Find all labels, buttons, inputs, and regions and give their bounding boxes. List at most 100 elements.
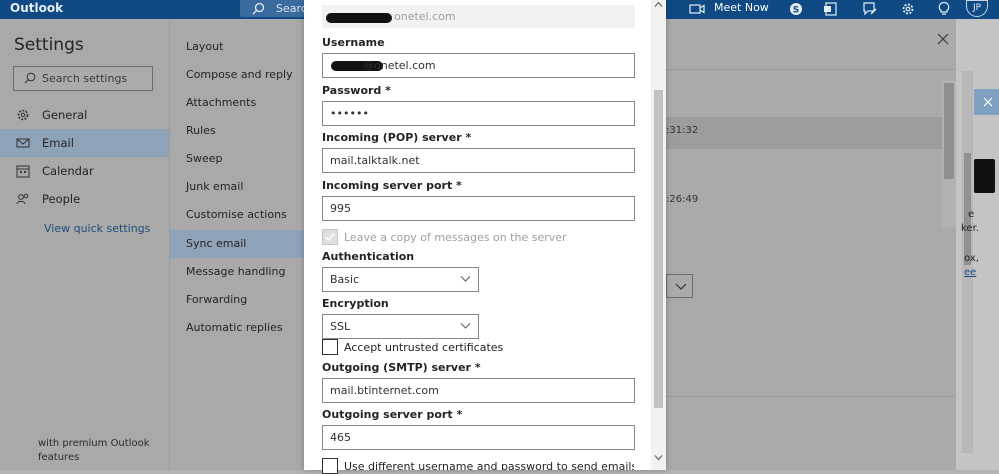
password-input[interactable]: •••••• — [322, 101, 635, 126]
nav-item-people[interactable]: People — [0, 185, 169, 213]
subnav-rules[interactable]: Rules — [170, 117, 305, 145]
skype-icon[interactable]: S — [788, 1, 804, 17]
mail-icon — [16, 136, 30, 150]
close-icon[interactable] — [983, 97, 993, 107]
promo-text: e — [968, 209, 975, 220]
svg-text:S: S — [793, 6, 799, 16]
settings-search-placeholder: Search settings — [42, 72, 128, 85]
incoming-port-input[interactable]: 995 — [322, 196, 635, 221]
subnav-layout[interactable]: Layout — [170, 33, 305, 61]
chevron-up-icon[interactable] — [654, 1, 663, 8]
subnav-label: Message handling — [186, 265, 286, 278]
subnav-label: Attachments — [186, 96, 257, 109]
account-row-highlight[interactable] — [666, 117, 942, 149]
search-icon — [252, 2, 265, 15]
video-icon[interactable] — [689, 1, 705, 17]
gear-icon — [16, 108, 30, 122]
promo-text: ker. — [961, 223, 979, 234]
info-banner — [974, 89, 999, 115]
subnav-label: Customise actions — [186, 208, 287, 221]
email-address-readonly: onetel.com — [322, 5, 635, 28]
view-quick-settings-link[interactable]: View quick settings — [44, 222, 150, 235]
outgoing-server-input[interactable]: mail.btinternet.com — [322, 378, 635, 403]
subnav-label: Compose and reply — [186, 68, 293, 81]
username-label: Username — [322, 36, 385, 49]
modal-scrollbar[interactable] — [651, 0, 666, 470]
accept-untrusted-checkbox[interactable] — [322, 339, 338, 355]
subnav-sweep[interactable]: Sweep — [170, 145, 305, 173]
leave-copy-checkbox[interactable] — [322, 229, 338, 245]
settings-search-input[interactable]: Search settings — [13, 66, 153, 91]
incoming-port-label: Incoming server port * — [322, 179, 462, 192]
promo-button[interactable] — [974, 159, 995, 193]
pane-divider — [666, 69, 956, 70]
sync-email-modal: onetel.com Username @onetel.com Password… — [304, 0, 666, 474]
accept-untrusted-label: Accept untrusted certificates — [344, 341, 504, 354]
subnav-label: Layout — [186, 40, 224, 53]
calendar-icon — [16, 164, 30, 178]
close-icon[interactable] — [937, 33, 949, 45]
global-search-box[interactable]: Search — [240, 0, 314, 17]
encryption-select[interactable]: SSL — [322, 314, 479, 339]
different-credentials-checkbox[interactable] — [322, 458, 338, 474]
pane-dropdown[interactable] — [666, 274, 693, 298]
nav-item-label: Email — [42, 136, 74, 150]
chevron-down-icon — [460, 322, 471, 330]
different-credentials-label: Use different username and password to s… — [344, 460, 634, 470]
meet-now-button[interactable]: Meet Now — [714, 0, 769, 15]
subnav-message-handling[interactable]: Message handling — [170, 258, 305, 286]
subnav-junk-email[interactable]: Junk email — [170, 173, 305, 201]
outgoing-port-input[interactable]: 465 — [322, 425, 635, 450]
nav-item-email[interactable]: Email — [0, 129, 169, 157]
nav-item-calendar[interactable]: Calendar — [0, 157, 169, 185]
subnav-sync-email[interactable]: Sync email — [170, 230, 305, 258]
subnav-label: Sync email — [186, 237, 247, 250]
account-sync-time: :31:32 — [666, 125, 699, 136]
subnav-label: Forwarding — [186, 293, 248, 306]
office-icon[interactable] — [823, 1, 839, 17]
username-tail: @onetel.com — [363, 59, 436, 72]
nav-item-label: Calendar — [42, 164, 94, 178]
username-input[interactable]: @onetel.com — [322, 53, 635, 78]
outgoing-port-label: Outgoing server port * — [322, 408, 463, 421]
subnav-label: Sweep — [186, 152, 223, 165]
subnav-label: Rules — [186, 124, 216, 137]
password-label: Password * — [322, 84, 391, 97]
reading-pane-edge: e ker. ox, ee — [956, 19, 999, 470]
account-sync-time: :26:49 — [666, 194, 699, 205]
nav-item-general[interactable]: General — [0, 101, 169, 129]
incoming-server-input[interactable]: mail.talktalk.net — [322, 148, 635, 173]
pane-divider — [666, 396, 956, 397]
settings-title: Settings — [14, 35, 84, 55]
checkmark-icon — [324, 232, 336, 242]
sync-email-pane: :31:32 :26:49 — [666, 19, 970, 470]
accounts-scrollbar[interactable] — [942, 81, 956, 227]
avatar[interactable]: JP — [966, 0, 988, 17]
scrollbar-thumb[interactable] — [654, 90, 663, 408]
promo-link[interactable]: ee — [964, 267, 976, 278]
authentication-label: Authentication — [322, 250, 415, 263]
scrollbar-thumb[interactable] — [944, 83, 954, 179]
subnav-forwarding[interactable]: Forwarding — [170, 286, 305, 314]
authentication-select[interactable]: Basic — [322, 267, 479, 292]
chevron-down-icon — [675, 283, 687, 290]
feedback-icon[interactable] — [862, 1, 878, 17]
subnav-compose-reply[interactable]: Compose and reply — [170, 61, 305, 89]
app-brand[interactable]: Outlook — [10, 0, 63, 17]
authentication-value: Basic — [330, 273, 360, 286]
leave-copy-label: Leave a copy of messages on the server — [344, 231, 567, 244]
subnav-customise-actions[interactable]: Customise actions — [170, 201, 305, 229]
subnav-automatic-replies[interactable]: Automatic replies — [170, 314, 305, 342]
subnav-label: Junk email — [186, 180, 244, 193]
promo-text: ox, — [964, 253, 979, 264]
email-subnav: Layout Compose and reply Attachments Rul… — [169, 19, 305, 470]
encryption-label: Encryption — [322, 297, 389, 310]
chevron-down-icon — [460, 275, 471, 283]
gear-icon[interactable] — [900, 1, 916, 17]
subnav-attachments[interactable]: Attachments — [170, 89, 305, 117]
lightbulb-icon[interactable] — [936, 1, 952, 17]
search-icon — [24, 72, 36, 84]
encryption-value: SSL — [330, 320, 351, 333]
nav-item-label: People — [42, 192, 81, 206]
chevron-down-icon[interactable] — [654, 454, 663, 461]
